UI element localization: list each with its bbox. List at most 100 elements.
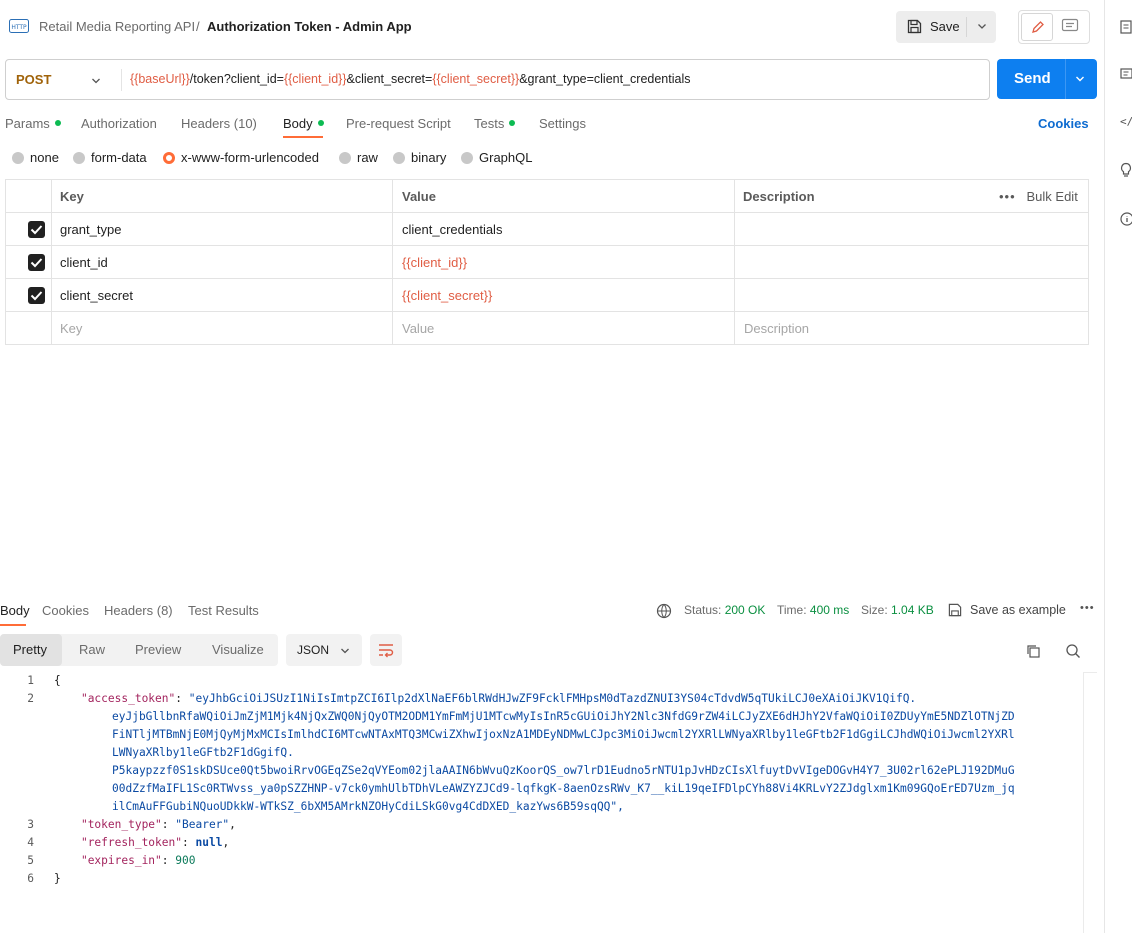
send-divider [1065, 59, 1066, 99]
param-key[interactable]: client_secret [60, 288, 133, 303]
new-description-input[interactable]: Description [744, 321, 809, 336]
view-raw[interactable]: Raw [79, 642, 105, 657]
bulk-edit-button[interactable]: ••• Bulk Edit [999, 189, 1078, 204]
lightbulb-icon[interactable] [1120, 162, 1132, 178]
json-open-brace: { [54, 674, 61, 687]
tab-test-results[interactable]: Test Results [188, 603, 259, 618]
globe-icon[interactable] [656, 603, 672, 619]
checkmark-icon [30, 291, 43, 301]
tab-headers[interactable]: Headers (10) [181, 116, 257, 131]
status-dot [509, 120, 516, 126]
url-segment: &grant_type=client_credentials [519, 72, 691, 86]
row-checkbox[interactable] [28, 287, 45, 304]
line-number: 1 [27, 674, 34, 687]
json-string-continuation: 00dZzfMaIFL1Sc0RTWvss_ya0pSZZHNP-v7ck0ym… [112, 782, 1015, 795]
param-value[interactable]: {{client_secret}} [402, 288, 492, 303]
code-icon[interactable]: </ [1120, 115, 1132, 128]
radio-raw[interactable]: raw [339, 150, 378, 165]
more-icon[interactable]: ••• [1080, 602, 1095, 614]
comment-icon[interactable] [1061, 18, 1079, 34]
body-params-table: Key Value Description ••• Bulk Edit gran… [5, 179, 1089, 345]
edit-mode-button[interactable] [1021, 13, 1053, 41]
save-label: Save [930, 19, 960, 34]
status-label: Status: [684, 603, 722, 617]
url-segment: /token?client_id= [189, 72, 284, 86]
response-body-code[interactable]: 1 2 3 4 5 6 { "access_token": "eyJhbGciO… [0, 672, 1084, 933]
url-divider [121, 69, 122, 91]
vertical-scrollbar[interactable] [1083, 672, 1097, 933]
format-select[interactable]: JSON [286, 634, 362, 666]
param-value[interactable]: client_credentials [402, 222, 502, 237]
radio-circle-selected [163, 152, 175, 164]
checkmark-icon [30, 258, 43, 268]
chevron-down-icon[interactable] [976, 20, 988, 32]
radio-graphql[interactable]: GraphQL [461, 150, 532, 165]
tab-headers-count: (10) [233, 116, 257, 131]
json-key: "token_type" [80, 818, 162, 831]
radio-circle [73, 152, 85, 164]
chevron-down-icon[interactable] [1074, 73, 1086, 85]
tab-body[interactable]: Body [283, 116, 324, 131]
save-as-example-button[interactable]: Save as example [970, 603, 1066, 617]
radio-x-www-form-urlencoded[interactable]: x-www-form-urlencoded [163, 150, 319, 165]
bulk-edit-label: Bulk Edit [1026, 189, 1078, 204]
response-time[interactable]: Time: 400 ms [777, 603, 849, 617]
response-tabs: Body Cookies Headers (8) Test Results St… [0, 600, 1104, 626]
row-checkbox[interactable] [28, 254, 45, 271]
response-status[interactable]: Status: 200 OK [684, 603, 765, 617]
radio-form-data[interactable]: form-data [73, 150, 147, 165]
time-value: 400 ms [809, 603, 850, 617]
new-value-input[interactable]: Value [402, 321, 434, 336]
save-button[interactable]: Save [896, 11, 996, 43]
json-key: "expires_in" [80, 854, 162, 867]
radio-binary[interactable]: binary [393, 150, 446, 165]
radio-circle [339, 152, 351, 164]
url-input[interactable]: {{baseUrl}}/token?client_id={{client_id}… [130, 72, 691, 86]
tab-response-headers[interactable]: Headers (8) [104, 603, 173, 618]
send-button[interactable]: Send [997, 59, 1097, 99]
column-header-key: Key [60, 189, 84, 204]
pencil-icon [1032, 21, 1044, 33]
radio-label: form-data [91, 150, 147, 165]
param-key[interactable]: client_id [60, 255, 108, 270]
tab-params[interactable]: Params [5, 116, 61, 131]
wrap-lines-button[interactable] [370, 634, 402, 666]
tab-params-label: Params [5, 116, 50, 131]
tab-settings[interactable]: Settings [539, 116, 586, 131]
comment-icon[interactable] [1120, 68, 1132, 82]
radio-none[interactable]: none [12, 150, 59, 165]
json-string-continuation: ilCmAuFFGubiNQuoUDkkW-WTkSZ_6bXM5AMrkNZO… [112, 800, 624, 813]
json-close-brace: } [54, 872, 61, 885]
info-icon[interactable] [1120, 212, 1132, 226]
more-icon[interactable]: ••• [999, 189, 1016, 204]
param-value[interactable]: {{client_id}} [402, 255, 467, 270]
new-key-input[interactable]: Key [60, 321, 82, 336]
table-header-row: Key Value Description ••• Bulk Edit [6, 180, 1088, 213]
tab-tests[interactable]: Tests [474, 116, 516, 131]
status-value: 200 OK [724, 603, 766, 617]
param-key[interactable]: grant_type [60, 222, 121, 237]
radio-label: none [30, 150, 59, 165]
size-label: Size: [861, 603, 888, 617]
view-pretty[interactable]: Pretty [13, 642, 47, 657]
tab-response-body[interactable]: Body [0, 603, 30, 618]
response-size[interactable]: Size: 1.04 KB [861, 603, 934, 617]
request-title[interactable]: Authorization Token - Admin App [207, 19, 412, 34]
search-icon[interactable] [1065, 643, 1081, 659]
active-tab-indicator [0, 624, 26, 626]
method-select[interactable]: POST [16, 72, 51, 87]
chevron-down-icon[interactable] [90, 75, 102, 87]
breadcrumb-collection[interactable]: Retail Media Reporting API [39, 19, 195, 34]
row-checkbox[interactable] [28, 221, 45, 238]
copy-icon[interactable] [1025, 643, 1041, 659]
documentation-icon[interactable] [1120, 20, 1132, 34]
json-string: "eyJhbGciOiJSUzI1NiIsImtpZCI6Ilp2dXlNaEF… [188, 692, 917, 705]
cookies-link[interactable]: Cookies [1038, 116, 1089, 131]
tab-prerequest-script[interactable]: Pre-request Script [346, 116, 451, 131]
floppy-icon [907, 19, 922, 34]
tab-authorization[interactable]: Authorization [81, 116, 157, 131]
tab-response-cookies[interactable]: Cookies [42, 603, 89, 618]
radio-label: raw [357, 150, 378, 165]
view-visualize[interactable]: Visualize [212, 642, 264, 657]
view-preview[interactable]: Preview [135, 642, 181, 657]
